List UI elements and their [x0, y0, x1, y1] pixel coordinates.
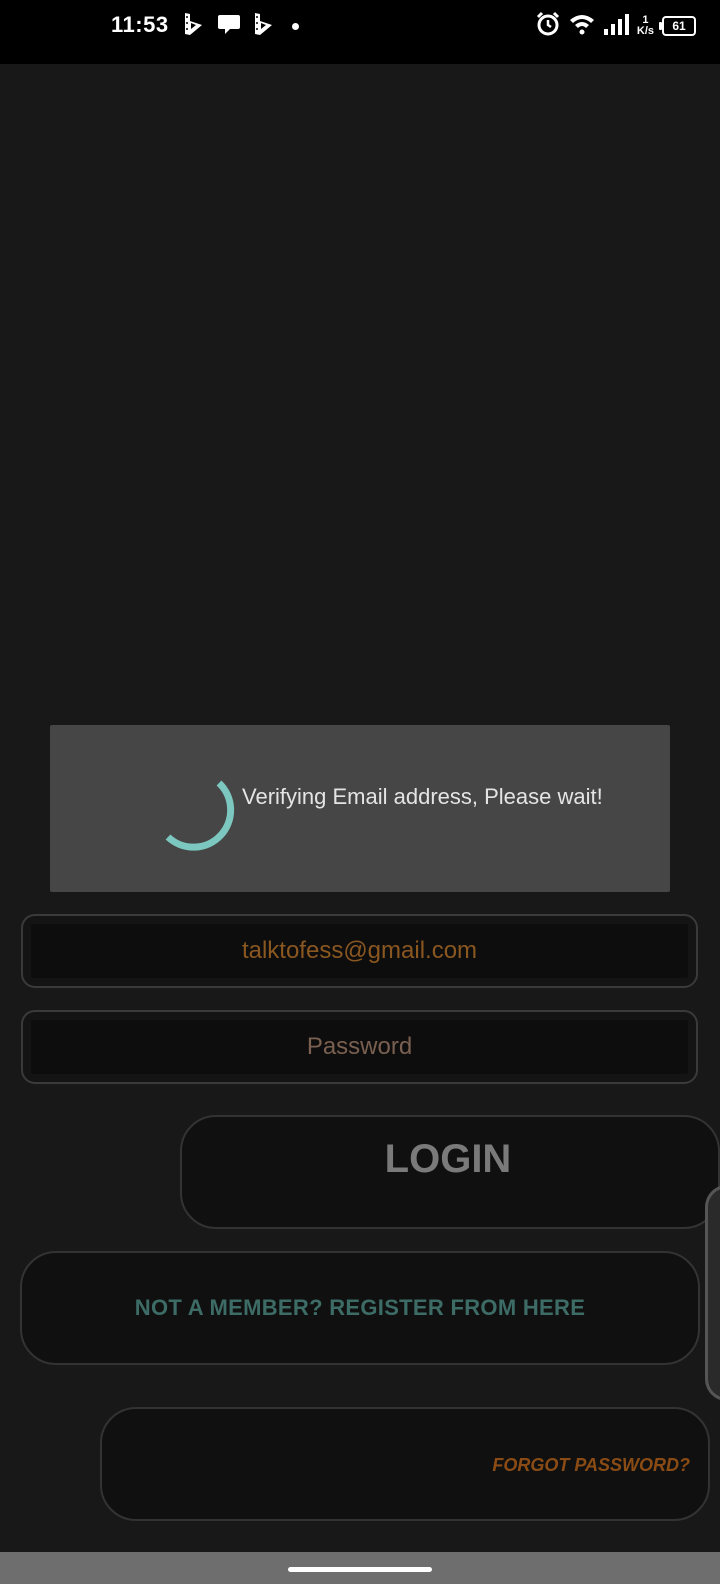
login-button[interactable]: LOGIN [180, 1115, 720, 1229]
email-value[interactable]: talktofess@gmail.com [31, 924, 688, 978]
register-label: NOT A MEMBER? REGISTER FROM HERE [134, 1295, 586, 1320]
alarm-icon [535, 11, 561, 42]
system-icons: 1 K/s 61 [535, 11, 696, 42]
status-time: 11:53 [111, 12, 169, 37]
password-field[interactable]: Password [21, 1010, 698, 1084]
notification-dot-icon [292, 22, 299, 30]
loading-spinner-icon [165, 780, 235, 851]
home-gesture-handle[interactable] [288, 1567, 432, 1572]
net-speed: 1 K/s [636, 14, 654, 37]
navigation-bar [0, 1552, 720, 1584]
side-drawer-handle[interactable] [705, 1185, 720, 1401]
login-label: LOGIN [384, 1137, 512, 1181]
app-b-icon [182, 11, 206, 42]
signal-icon [603, 13, 629, 40]
password-placeholder[interactable]: Password [31, 1020, 688, 1074]
email-field[interactable]: talktofess@gmail.com [21, 914, 698, 988]
battery-icon: 61 [659, 16, 696, 36]
chat-bubble-icon [216, 11, 242, 42]
wifi-icon [569, 13, 595, 40]
app-b-icon [252, 11, 276, 42]
register-button[interactable]: NOT A MEMBER? REGISTER FROM HERE [20, 1251, 700, 1365]
progress-dialog: Verifying Email address, Please wait! [50, 725, 670, 892]
forgot-password-label: FORGOT PASSWORD? [492, 1455, 690, 1475]
forgot-password-button[interactable]: FORGOT PASSWORD? [100, 1407, 710, 1521]
dialog-message: Verifying Email address, Please wait! [242, 784, 603, 809]
notification-icons [182, 11, 299, 42]
status-bar: 11:53 1 K/s 61 [0, 0, 720, 64]
